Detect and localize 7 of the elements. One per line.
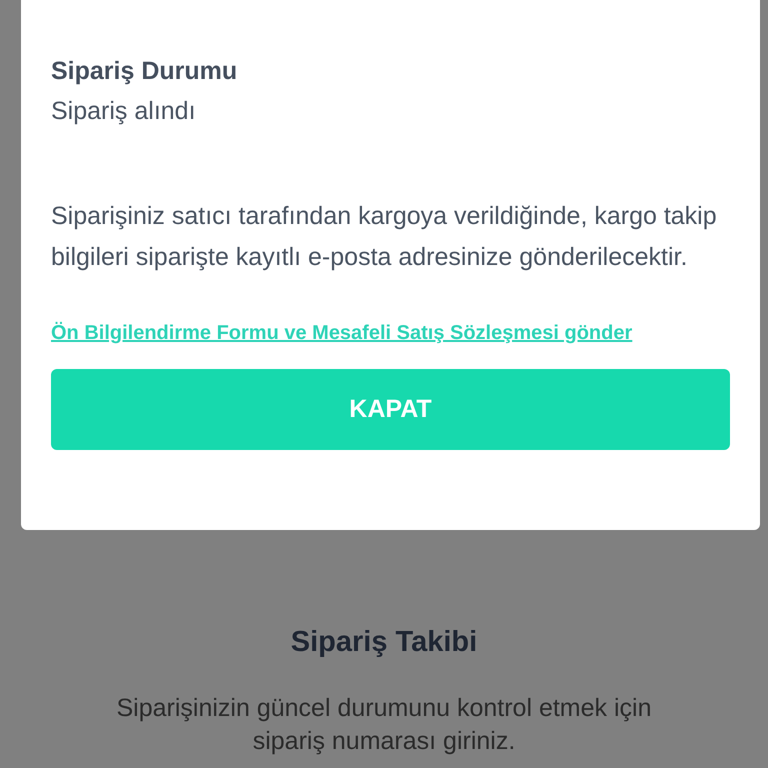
status-value: Sipariş alındı xyxy=(51,96,197,127)
status-label: Sipariş Durumu xyxy=(51,56,238,87)
section-title: Sipariş Takibi xyxy=(290,625,478,660)
shipping-info: Siparişiniz satıcı tarafından kargoya verildiğinde, kargo takip bilgileri siparişte kayıtlı e-posta adresinize gönderilecektir. xyxy=(51,201,718,273)
close-button[interactable]: KAPAT xyxy=(51,369,730,450)
section-description: Siparişinizin güncel durumunu kontrol etmek için sipariş numarası giriniz. xyxy=(116,693,652,757)
agreement-link[interactable]: Ön Bilgilendirme Formu ve Mesafeli Satış Sözleşmesi gönder xyxy=(51,318,632,348)
